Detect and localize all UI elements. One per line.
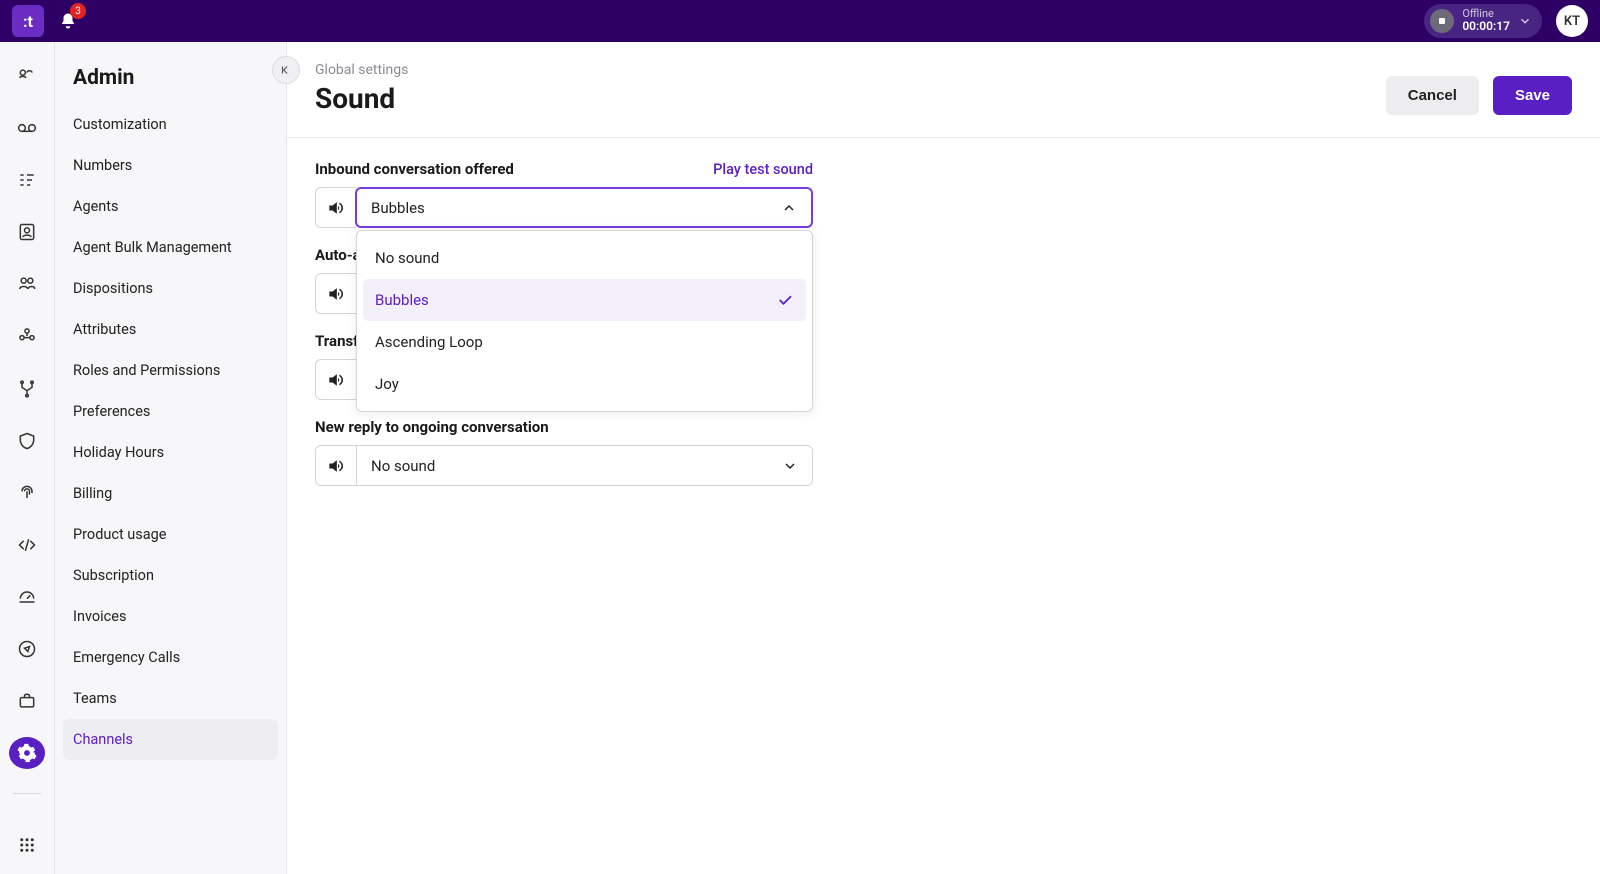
collapse-sidebar-button[interactable] (272, 56, 300, 84)
select-value: No sound (371, 457, 435, 475)
sidebar-items: Customization Numbers Agents Agent Bulk … (55, 104, 286, 760)
icon-rail (0, 42, 55, 874)
play-test-sound-link[interactable]: Play test sound (713, 161, 813, 178)
notifications-button[interactable]: 3 (56, 9, 80, 33)
sidebar-item-channels[interactable]: Channels (63, 719, 278, 760)
dropdown-option-no-sound[interactable]: No sound (363, 237, 806, 279)
rail-icon-conversations[interactable] (9, 60, 45, 92)
rail-icon-apps[interactable] (9, 838, 45, 874)
rail-divider (13, 793, 41, 794)
top-header: :t 3 Offline 00:00:17 KT (0, 0, 1600, 42)
sidebar-item-product-usage[interactable]: Product usage (55, 514, 286, 555)
new-reply-sound-select[interactable]: No sound (356, 445, 813, 486)
sidebar-item-agent-bulk[interactable]: Agent Bulk Management (55, 227, 286, 268)
sidebar-item-preferences[interactable]: Preferences (55, 391, 286, 432)
setting-new-reply: New reply to ongoing conversation No sou… (315, 418, 813, 486)
header-actions: Cancel Save (1386, 76, 1572, 115)
app-logo[interactable]: :t (12, 5, 44, 37)
rail-icon-fingerprint[interactable] (9, 477, 45, 509)
save-button[interactable]: Save (1493, 76, 1572, 115)
rail-icon-users[interactable] (9, 268, 45, 300)
chevron-up-icon (781, 200, 797, 216)
main: Global settings Sound Cancel Save Inboun… (287, 42, 1600, 874)
speaker-icon (326, 456, 346, 476)
page-title: Sound (315, 82, 408, 115)
check-icon (776, 291, 794, 309)
sidebar-item-roles[interactable]: Roles and Permissions (55, 350, 286, 391)
rail-icon-routing[interactable] (9, 372, 45, 404)
sound-preview-button[interactable] (315, 273, 356, 314)
setting-label: New reply to ongoing conversation (315, 418, 549, 436)
sidebar-item-dispositions[interactable]: Dispositions (55, 268, 286, 309)
setting-inbound: Inbound conversation offered Play test s… (315, 160, 813, 228)
avatar[interactable]: KT (1556, 5, 1588, 37)
rail-icon-code[interactable] (9, 529, 45, 561)
status-icon (1430, 9, 1454, 33)
main-header: Global settings Sound Cancel Save (287, 42, 1600, 138)
option-label: No sound (375, 249, 439, 267)
sound-preview-button[interactable] (315, 445, 356, 486)
speaker-icon (326, 198, 346, 218)
option-label: Ascending Loop (375, 333, 483, 351)
dropdown-option-ascending-loop[interactable]: Ascending Loop (363, 321, 806, 363)
cancel-button[interactable]: Cancel (1386, 76, 1479, 115)
dropdown-option-joy[interactable]: Joy (363, 363, 806, 405)
main-body: Inbound conversation offered Play test s… (287, 138, 1600, 526)
sidebar-item-teams[interactable]: Teams (55, 678, 286, 719)
rail-icon-teams[interactable] (9, 320, 45, 352)
sidebar-item-agents[interactable]: Agents (55, 186, 286, 227)
speaker-icon (326, 370, 346, 390)
sidebar-item-subscription[interactable]: Subscription (55, 555, 286, 596)
chevron-left-collapse-icon (279, 63, 293, 77)
rail-icon-briefcase[interactable] (9, 685, 45, 717)
sidebar-item-emergency[interactable]: Emergency Calls (55, 637, 286, 678)
header-left: :t 3 (12, 5, 80, 37)
select-value: Bubbles (371, 199, 425, 217)
rail-icon-shield[interactable] (9, 425, 45, 457)
rail-icon-voicemail[interactable] (9, 112, 45, 144)
sound-dropdown: No sound Bubbles Ascending Loop Joy (356, 230, 813, 412)
dropdown-option-bubbles[interactable]: Bubbles (363, 279, 806, 321)
rail-icon-settings[interactable] (9, 737, 45, 769)
setting-label: Inbound conversation offered (315, 160, 514, 178)
status-text: Offline 00:00:17 (1462, 8, 1510, 33)
chevron-down-icon (1518, 14, 1532, 28)
header-right: Offline 00:00:17 KT (1424, 4, 1588, 37)
notification-badge: 3 (70, 3, 86, 19)
inbound-sound-select[interactable]: Bubbles (355, 187, 813, 228)
option-label: Bubbles (375, 291, 429, 309)
sidebar-item-customization[interactable]: Customization (55, 104, 286, 145)
sidebar-item-billing[interactable]: Billing (55, 473, 286, 514)
rail-icon-contacts[interactable] (9, 216, 45, 248)
speaker-icon (326, 284, 346, 304)
rail-icon-dashboard[interactable] (9, 581, 45, 613)
chevron-down-icon (782, 458, 798, 474)
setting-label: Transf (315, 332, 359, 350)
sidebar-item-attributes[interactable]: Attributes (55, 309, 286, 350)
breadcrumb: Global settings (315, 62, 408, 78)
option-label: Joy (375, 375, 399, 393)
sidebar-item-numbers[interactable]: Numbers (55, 145, 286, 186)
sidebar-item-invoices[interactable]: Invoices (55, 596, 286, 637)
sound-preview-button[interactable] (315, 187, 356, 228)
sidebar: Admin Customization Numbers Agents Agent… (55, 42, 287, 874)
setting-label: Auto-a (315, 246, 361, 264)
rail-icon-queue[interactable] (9, 164, 45, 196)
status-selector[interactable]: Offline 00:00:17 (1424, 4, 1542, 37)
status-timer: 00:00:17 (1462, 20, 1510, 33)
rail-icon-compass[interactable] (9, 633, 45, 665)
sidebar-item-holiday[interactable]: Holiday Hours (55, 432, 286, 473)
sound-preview-button[interactable] (315, 359, 356, 400)
sidebar-title: Admin (55, 66, 286, 104)
